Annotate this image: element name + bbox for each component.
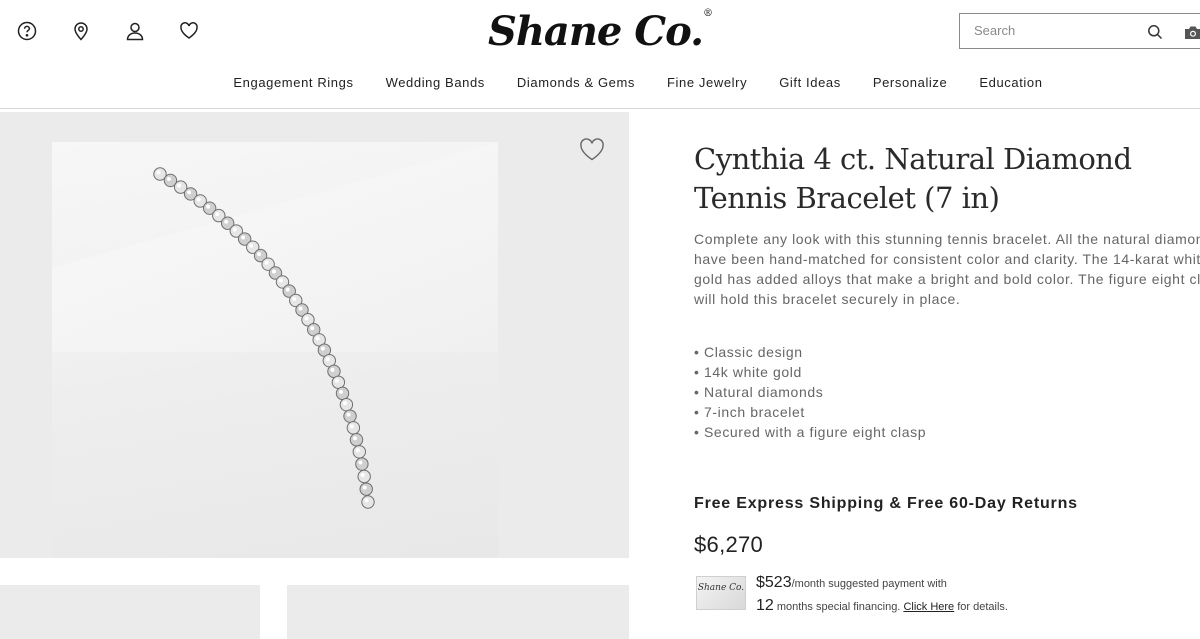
diamond-highlight [358, 460, 363, 465]
favorite-heart-icon[interactable] [579, 138, 605, 162]
nav-engagement-rings[interactable]: Engagement Rings [233, 75, 353, 90]
diamond-highlight [215, 212, 220, 217]
nav-diamonds-gems[interactable]: Diamonds & Gems [517, 75, 635, 90]
monthly-payment: $523 [756, 574, 792, 591]
product-title: Cynthia 4 ct. Natural Diamond Tennis Bra… [694, 142, 1132, 215]
main-nav: Engagement Rings Wedding Bands Diamonds … [0, 75, 1200, 90]
diamond-highlight [362, 485, 367, 490]
product-price: $6,270 [694, 532, 764, 557]
thumbnail-2[interactable] [287, 585, 629, 639]
nav-gift-ideas[interactable]: Gift Ideas [779, 75, 841, 90]
diamond-highlight [349, 424, 354, 429]
search-input[interactable] [972, 22, 1146, 39]
diamond-stone [339, 397, 354, 412]
diamond-highlight [241, 235, 246, 240]
diamond-highlight [206, 204, 211, 209]
search-icon[interactable] [1147, 24, 1163, 40]
feature-item: • 7-inch bracelet [694, 404, 805, 420]
diamond-stone [346, 421, 361, 435]
diamond-highlight [177, 183, 182, 188]
diamond-highlight [342, 401, 347, 406]
feature-item: • 14k white gold [694, 364, 802, 380]
diamond-highlight [264, 260, 269, 265]
nav-education[interactable]: Education [979, 75, 1042, 90]
diamond-stone [331, 375, 346, 389]
diamond-highlight [298, 306, 303, 311]
months-suffix: months special financing. [773, 601, 904, 613]
diamond-highlight [232, 227, 237, 232]
product-description: Complete any look with this stunning ten… [694, 231, 1200, 307]
diamond-stone [352, 445, 367, 459]
feature-list: • Classic design • 14k white gold • Natu… [694, 342, 926, 442]
thumbnail-1[interactable] [0, 585, 260, 639]
diamond-highlight [364, 498, 369, 503]
financing-info: $523/month suggested payment with 12 mon… [756, 572, 1008, 618]
diamond-stone [343, 409, 357, 423]
diamond-highlight [320, 346, 325, 351]
diamond-highlight [330, 367, 335, 372]
diamond-highlight [285, 287, 290, 292]
diamond-highlight [156, 170, 161, 175]
diamond-stone [349, 433, 364, 447]
diamond-highlight [196, 197, 201, 202]
diamond-highlight [224, 219, 229, 224]
feature-item: • Natural diamonds [694, 384, 824, 400]
shipping-returns-banner: Free Express Shipping & Free 60-Day Retu… [694, 495, 1078, 512]
diamond-highlight [304, 316, 309, 321]
logo-registered-mark: ® [703, 8, 713, 19]
diamond-highlight [278, 278, 283, 283]
diamond-highlight [334, 378, 339, 383]
monthly-suffix: /month suggested payment with [791, 578, 947, 590]
diamond-stone [335, 386, 350, 401]
financing-tail: for details. [954, 601, 1008, 613]
diamond-highlight [257, 252, 262, 257]
camera-icon[interactable] [1184, 25, 1200, 40]
diamond-highlight [346, 412, 351, 417]
diamond-stone [361, 495, 375, 509]
nav-wedding-bands[interactable]: Wedding Bands [386, 75, 485, 90]
diamond-highlight [339, 389, 344, 394]
site-header: Shane Co.® Engagement Rings Wedding Band… [0, 0, 1200, 109]
diamond-highlight [355, 448, 360, 453]
bracelet-chain [159, 172, 370, 503]
search-box [959, 13, 1200, 49]
diamond-highlight [292, 296, 297, 301]
financing-details-link[interactable]: Click Here [903, 601, 954, 613]
diamond-highlight [315, 336, 320, 341]
diamond-stone [357, 469, 371, 484]
diamond-highlight [187, 190, 192, 195]
diamond-highlight [310, 326, 315, 331]
diamond-highlight [352, 436, 357, 441]
diamond-highlight [360, 473, 365, 478]
diamond-highlight [325, 357, 330, 362]
nav-fine-jewelry[interactable]: Fine Jewelry [667, 75, 747, 90]
nav-personalize[interactable]: Personalize [873, 75, 948, 90]
feature-item: • Secured with a figure eight clasp [694, 424, 927, 440]
diamond-highlight [271, 269, 276, 274]
diamond-highlight [249, 243, 254, 248]
financing-months: 12 [756, 597, 774, 614]
diamond-highlight [166, 176, 171, 181]
product-image[interactable] [0, 112, 629, 558]
bracelet-image [153, 167, 375, 509]
logo-text: Shane Co. [487, 8, 704, 55]
feature-item: • Classic design [694, 344, 803, 360]
diamond-stone [355, 457, 369, 471]
credit-card-image: Shane Co. [696, 576, 746, 610]
diamond-stone [359, 482, 373, 496]
